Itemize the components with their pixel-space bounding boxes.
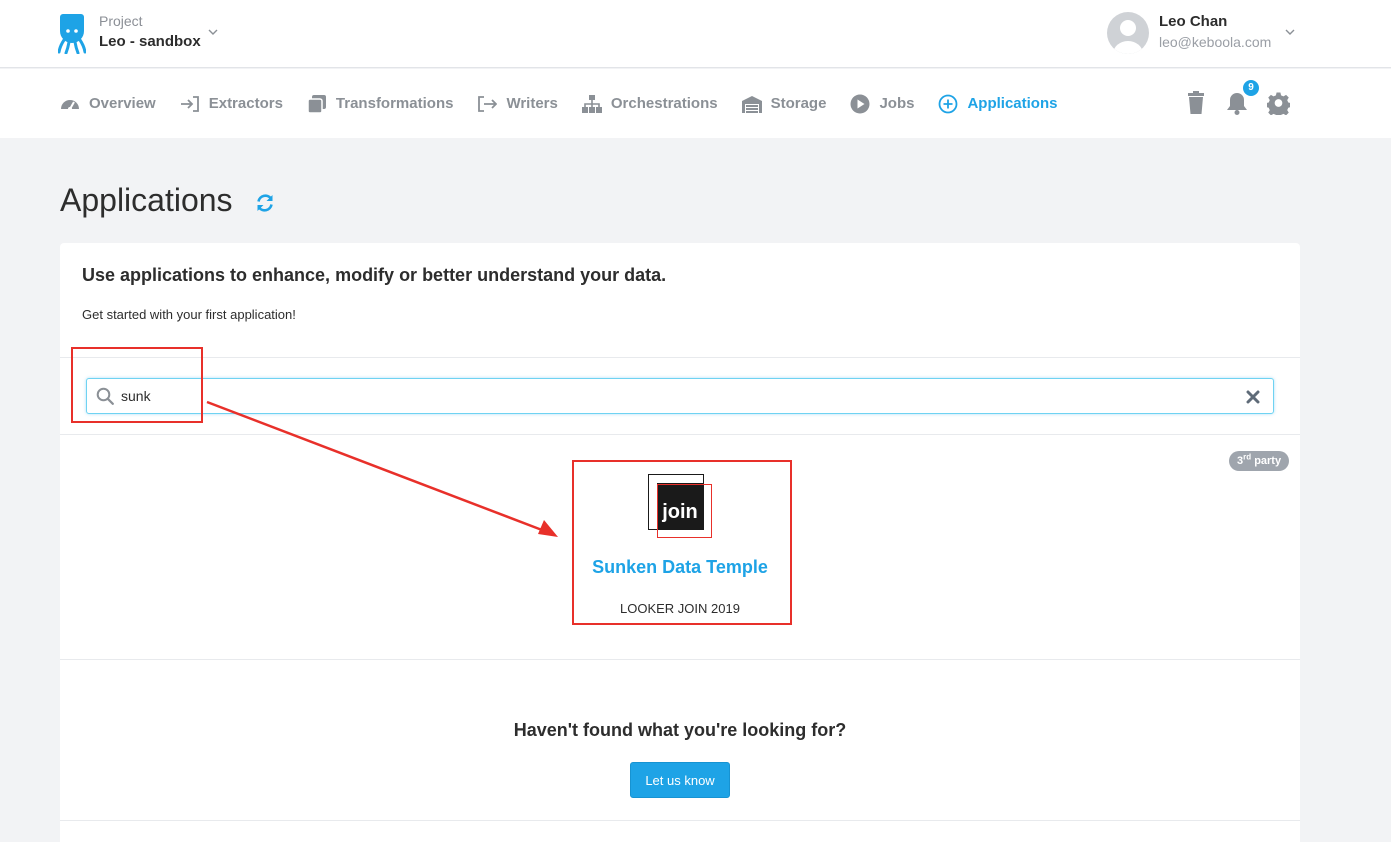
app-tile-sunken-data-temple[interactable]: join Sunken Data Temple LOOKER JOIN 2019 <box>580 465 780 616</box>
nav-item-jobs[interactable]: Jobs <box>850 94 914 114</box>
chevron-down-icon[interactable] <box>1284 26 1296 38</box>
divider <box>60 434 1300 435</box>
play-circle-icon <box>850 94 870 113</box>
avatar[interactable] <box>1107 12 1149 54</box>
nav-label: Extractors <box>208 95 283 112</box>
divider <box>60 820 1300 821</box>
top-bar: Project Leo - sandbox Leo Chan leo@keboo… <box>0 0 1391 68</box>
nav-label: Writers <box>506 95 558 112</box>
intro-heading: Use applications to enhance, modify or b… <box>82 265 667 285</box>
main-nav: Overview Extractors Transformations Writ… <box>0 69 1391 138</box>
nav-item-storage[interactable]: Storage <box>741 94 827 114</box>
plus-circle-icon <box>939 94 958 113</box>
intro-text: Get started with your first application! <box>82 307 296 322</box>
divider <box>60 659 1300 660</box>
nav-label: Jobs <box>879 95 915 112</box>
sign-out-icon <box>478 95 498 112</box>
search-input[interactable] <box>121 386 1221 406</box>
copy-icon <box>307 94 326 114</box>
nav-item-extractors[interactable]: Extractors <box>180 94 283 114</box>
nav-item-overview[interactable]: Overview <box>60 94 156 114</box>
user-name: Leo Chan <box>1159 13 1228 30</box>
trash-icon[interactable] <box>1185 91 1207 115</box>
project-switcher[interactable]: Project Leo - sandbox <box>99 13 201 51</box>
gear-icon[interactable] <box>1267 91 1290 115</box>
app-name[interactable]: Sunken Data Temple <box>580 557 780 578</box>
nav-label: Orchestrations <box>610 95 718 112</box>
refresh-icon[interactable] <box>255 193 275 213</box>
app-logo-text: join <box>661 501 698 523</box>
nav-label: Storage <box>770 95 827 112</box>
chevron-down-icon[interactable] <box>207 26 219 38</box>
sign-in-icon <box>180 95 199 112</box>
user-email: leo@keboola.com <box>1159 34 1272 50</box>
applications-card: Use applications to enhance, modify or b… <box>60 243 1300 842</box>
bell-icon[interactable] <box>1226 91 1248 115</box>
page-title: Applications <box>60 182 233 218</box>
let-us-know-button[interactable]: Let us know <box>630 762 730 798</box>
app-vendor: LOOKER JOIN 2019 <box>620 601 740 616</box>
notification-count-badge: 9 <box>1243 80 1259 96</box>
search-icon <box>96 387 114 405</box>
project-label: Project <box>99 13 143 29</box>
nav-item-orchestrations[interactable]: Orchestrations <box>581 94 718 114</box>
nav-label: Transformations <box>335 95 454 112</box>
nav-label: Applications <box>967 95 1058 112</box>
badge-ordinal: rd <box>1243 452 1252 462</box>
keboola-logo-icon[interactable] <box>58 12 86 54</box>
dashboard-icon <box>61 99 79 111</box>
nav-item-writers[interactable]: Writers <box>477 94 558 114</box>
nav-label: Overview <box>89 95 156 112</box>
third-party-badge: 3rd party <box>1229 451 1290 471</box>
join-logo-icon: join <box>648 474 712 538</box>
user-menu[interactable]: Leo Chan leo@keboola.com <box>1159 13 1271 50</box>
search-box[interactable] <box>86 378 1274 414</box>
nav-item-applications[interactable]: Applications <box>938 94 1057 114</box>
not-found-heading: Haven't found what you're looking for? <box>513 720 847 740</box>
nav-item-transformations[interactable]: Transformations <box>307 94 454 114</box>
user-silhouette-icon <box>1113 20 1143 54</box>
close-icon[interactable] <box>1246 390 1260 404</box>
sitemap-icon <box>581 94 602 113</box>
divider <box>60 357 1300 358</box>
warehouse-icon <box>741 95 762 113</box>
project-name: Leo - sandbox <box>99 33 201 50</box>
badge-text: party <box>1254 455 1282 467</box>
